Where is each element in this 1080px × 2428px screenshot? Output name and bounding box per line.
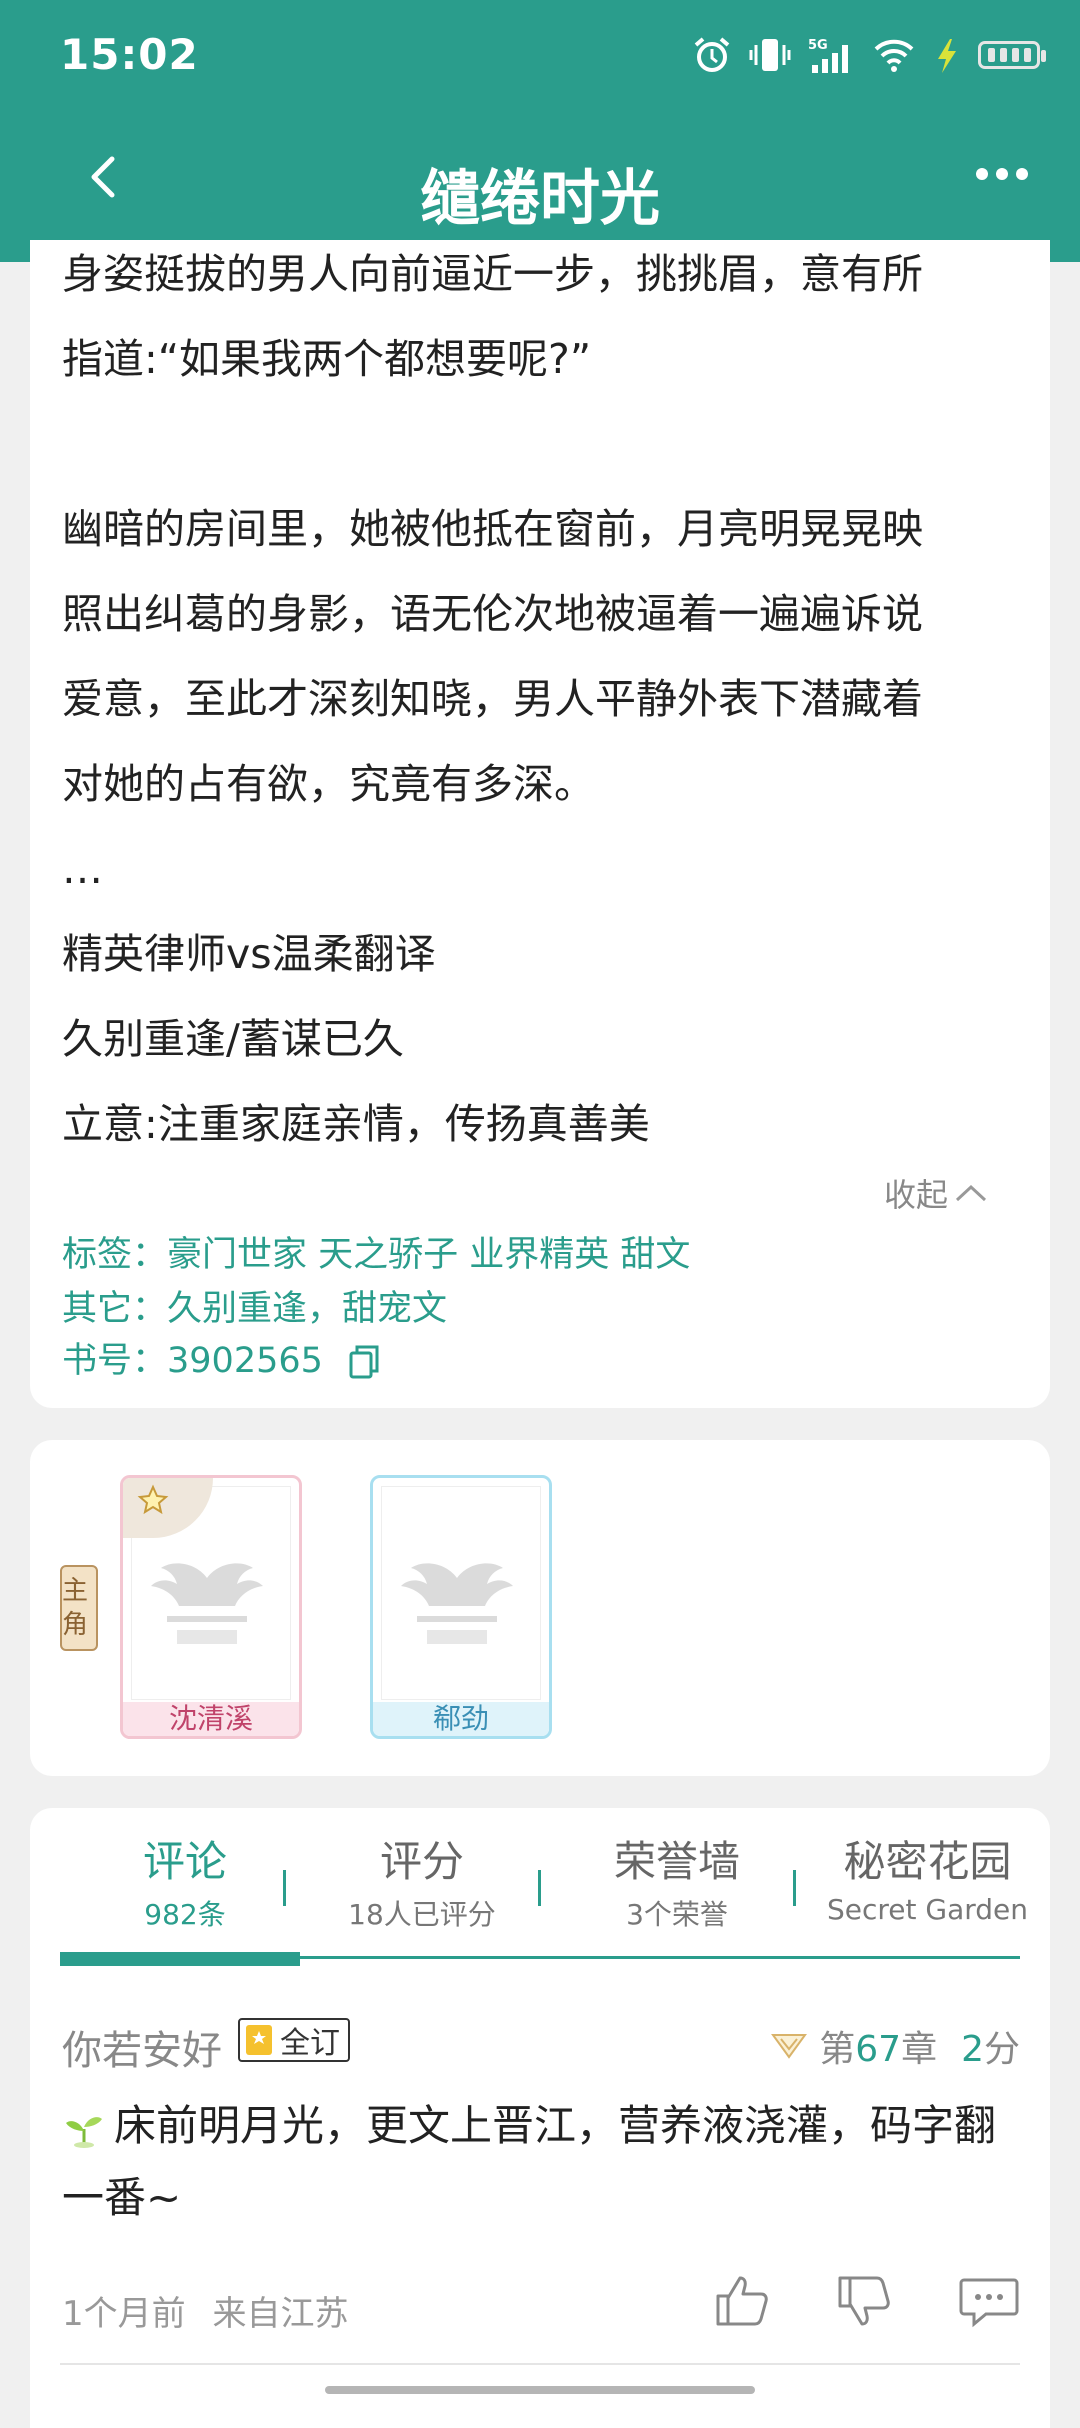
signal-5g-icon: 5G — [808, 38, 848, 73]
tab-separator — [538, 1870, 541, 1906]
status-time: 15:02 — [60, 30, 199, 79]
synopsis-line: 幽暗的房间里，她被他抵在窗前，月亮明晃晃映 — [62, 505, 923, 553]
gesture-home-bar[interactable] — [325, 2386, 755, 2394]
tags-row: 标签：豪门世家 天之骄子 业界精英 甜文 — [62, 1226, 690, 1277]
tab-honor-wall[interactable]: 荣誉墙 3个荣誉 — [557, 1828, 797, 1933]
synopsis-line: 指道:“如果我两个都想要呢?” — [62, 335, 592, 383]
tab-sub: 3个荣誉 — [626, 1898, 728, 1931]
tags-label: 标签： — [62, 1235, 168, 1275]
synopsis-line: 对她的占有欲，究竟有多深。 — [62, 760, 595, 808]
synopsis-line — [62, 402, 1032, 487]
comment-body: 床前明月光，更文上晋江，营养液浇灌，码字翻一番~ — [62, 2090, 1022, 2234]
role-tag-main: 主角 — [60, 1565, 98, 1651]
page-title: 缱绻时光 — [420, 164, 660, 234]
chapter-number: 67 — [855, 2029, 902, 2070]
comment-divider — [60, 2363, 1020, 2365]
tab-separator — [283, 1870, 286, 1906]
book-number-label: 书号： — [62, 1341, 168, 1381]
bookmark-badge-icon — [246, 2025, 272, 2055]
collapse-label: 收起 — [883, 1176, 948, 1214]
comment-actions — [714, 2274, 1020, 2328]
character-card[interactable]: 沈清溪 — [120, 1475, 302, 1739]
synopsis-line: 久别重逢/蓄谋已久 — [62, 1015, 404, 1063]
thumbs-up-icon[interactable] — [714, 2274, 772, 2328]
synopsis-line: 照出纠葛的身影，语无伦次地被逼着一遍遍诉说 — [62, 590, 923, 638]
synopsis-line: 爱意，至此才深刻知晓，男人平静外表下潜藏着 — [62, 675, 923, 723]
svg-text:5G: 5G — [808, 38, 828, 53]
app-header: 15:02 5G 缱绻时光 — [0, 0, 1080, 262]
score-unit: 分 — [983, 2029, 1020, 2070]
comments-card: 评论 982条 评分 18人已评分 荣誉墙 3个荣誉 秘密花园 Secret G… — [30, 1808, 1050, 2428]
characters-card: 主角 沈清溪 郗劲 — [30, 1440, 1050, 1776]
comment-meta: 1个月前 来自江苏 — [62, 2286, 348, 2335]
tab-label: 秘密花园 — [843, 1837, 1012, 1886]
other-label: 其它： — [62, 1289, 168, 1329]
tab-separator — [793, 1870, 796, 1906]
synopsis-line: 精英律师vs温柔翻译 — [62, 930, 436, 978]
tab-label: 评论 — [142, 1837, 227, 1886]
thumbs-down-icon[interactable] — [836, 2274, 894, 2328]
copy-icon[interactable] — [348, 1344, 380, 1380]
vibrate-icon — [749, 39, 791, 71]
alarm-icon — [694, 37, 730, 72]
other-row: 其它：久别重逢，甜宠文 — [62, 1280, 447, 1331]
character-card[interactable]: 郗劲 — [370, 1475, 552, 1739]
other-value: 久别重逢，甜宠文 — [167, 1289, 448, 1329]
collapse-button[interactable]: 收起 — [884, 1170, 988, 1216]
tab-secret-garden[interactable]: 秘密花园 Secret Garden — [805, 1828, 1050, 1926]
chapter-prefix: 第 — [819, 2029, 856, 2070]
tab-sub: 18人已评分 — [348, 1898, 496, 1931]
sprout-icon — [66, 2116, 102, 2148]
book-number-value: 3902565 — [167, 1341, 323, 1381]
tab-active-indicator — [60, 1952, 300, 1966]
tab-label: 荣誉墙 — [613, 1837, 740, 1886]
chapter-suffix: 章 — [901, 2029, 938, 2070]
tab-bar: 评论 982条 评分 18人已评分 荣誉墙 3个荣誉 秘密花园 Secret G… — [30, 1828, 1050, 1938]
character-name: 郗劲 — [373, 1702, 549, 1736]
battery-icon — [978, 41, 1046, 69]
synopsis-line: … — [62, 845, 103, 893]
comment-text: 床前明月光，更文上晋江，营养液浇灌，码字翻一番~ — [62, 2101, 997, 2222]
tab-label: 评分 — [379, 1837, 464, 1886]
tab-sub: Secret Garden — [826, 1893, 1029, 1926]
comment-location: 来自江苏 — [212, 2294, 349, 2334]
reply-bubble-icon[interactable] — [958, 2274, 1020, 2328]
wifi-icon — [874, 39, 914, 72]
book-watermark-icon — [151, 1563, 263, 1644]
chevron-up-icon — [955, 1184, 987, 1202]
synopsis-text: 身姿挺拔的男人向前逼近一步，挑挑眉，意有所 指道:“如果我两个都想要呢?” 幽暗… — [62, 232, 1032, 1167]
status-icons: 5G — [692, 30, 1046, 80]
star-icon — [137, 1484, 169, 1515]
more-dots-icon[interactable] — [976, 168, 1028, 180]
character-name: 沈清溪 — [123, 1702, 299, 1736]
book-number-row: 书号：3902565 — [62, 1332, 380, 1383]
vip-diamond-icon — [771, 2034, 808, 2059]
tab-ratings[interactable]: 评分 18人已评分 — [302, 1828, 542, 1933]
synopsis-card: 身姿挺拔的男人向前逼近一步，挑挑眉，意有所 指道:“如果我两个都想要呢?” 幽暗… — [30, 240, 1050, 1408]
comment-time: 1个月前 — [62, 2294, 186, 2334]
comment-chapter-score: 第67章 2分 — [769, 2020, 1020, 2072]
tab-comments[interactable]: 评论 982条 — [75, 1828, 295, 1933]
book-watermark-icon — [401, 1563, 513, 1644]
synopsis-line: 立意:注重家庭亲情，传扬真善美 — [62, 1100, 650, 1148]
synopsis-line: 身姿挺拔的男人向前逼近一步，挑挑眉，意有所 — [62, 250, 923, 298]
tab-sub: 982条 — [144, 1898, 226, 1931]
comment-username[interactable]: 你若安好 — [62, 2018, 222, 2076]
subscription-badge: 全订 — [238, 2018, 350, 2062]
tags-value[interactable]: 豪门世家 天之骄子 业界精英 甜文 — [167, 1235, 690, 1275]
score-number: 2 — [961, 2029, 984, 2070]
badge-label: 全订 — [280, 2026, 340, 2061]
charging-icon — [938, 39, 956, 73]
